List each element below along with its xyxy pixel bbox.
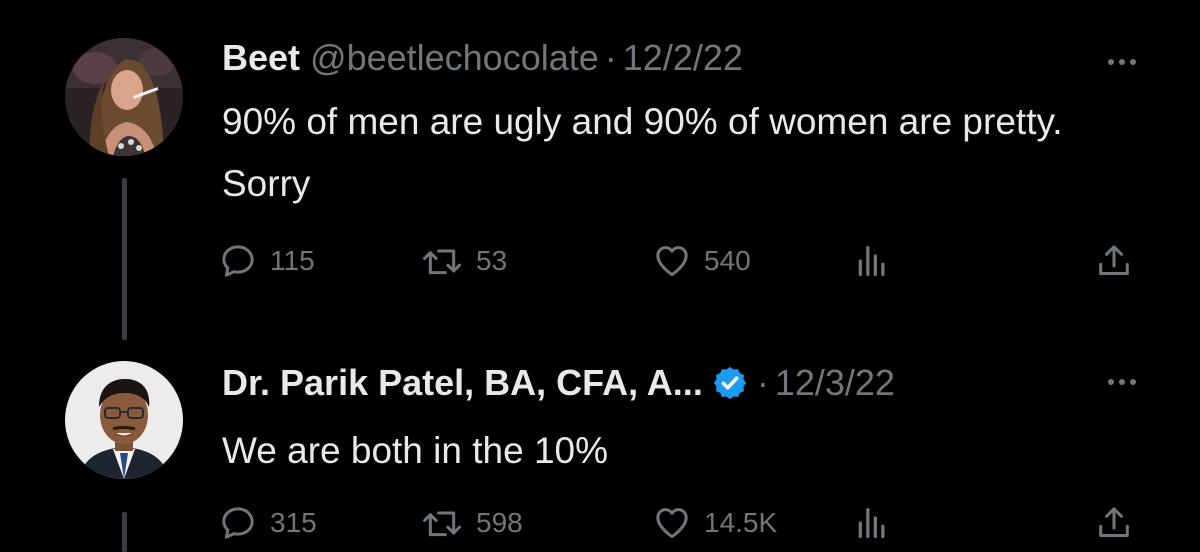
avatar[interactable] xyxy=(65,361,183,479)
bar-chart-icon xyxy=(858,246,885,276)
retweet-count: 598 xyxy=(476,507,523,538)
reply-button[interactable]: 115 xyxy=(218,239,315,283)
avatar-photo xyxy=(65,361,183,479)
speech-bubble-icon xyxy=(222,245,254,277)
ellipsis-icon[interactable] xyxy=(1108,377,1136,387)
share-upload-icon xyxy=(1099,507,1129,537)
tweet-header: Dr. Parik Patel, BA, CFA, A... · 12/3/22 xyxy=(222,361,1140,405)
like-count: 14.5K xyxy=(704,507,778,538)
tweet[interactable]: Beet @beetlechocolate · 12/2/22 90% of m… xyxy=(0,0,1200,340)
separator-dot: · xyxy=(604,37,617,78)
like-button[interactable]: 14.5K xyxy=(652,501,777,545)
share-button[interactable] xyxy=(1094,501,1134,545)
tweet-text: 90% of men are ugly and 90% of women are… xyxy=(222,101,1063,204)
display-name[interactable]: Beet xyxy=(222,36,300,80)
like-count: 540 xyxy=(704,245,751,276)
share-button[interactable] xyxy=(1094,239,1134,283)
user-handle[interactable]: @beetlechocolate xyxy=(310,36,599,80)
tweet-header: Beet @beetlechocolate · 12/2/22 xyxy=(222,36,1140,80)
retweet-count: 53 xyxy=(476,245,508,276)
reply-count: 115 xyxy=(270,245,315,276)
speech-bubble-icon xyxy=(222,507,254,539)
tweet-actions: 315 598 14.5K xyxy=(0,501,1200,545)
bar-chart-icon xyxy=(858,508,885,538)
avatar-photo xyxy=(65,38,183,156)
reply-button[interactable]: 315 xyxy=(218,501,317,545)
retweet-arrows-icon xyxy=(423,249,461,275)
tweet-date[interactable]: 12/2/22 xyxy=(623,36,743,80)
views-button[interactable] xyxy=(852,239,892,283)
heart-icon xyxy=(656,508,688,539)
retweet-arrows-icon xyxy=(423,511,461,537)
avatar[interactable] xyxy=(65,38,183,156)
tweet-actions: 115 53 540 xyxy=(0,239,1200,283)
like-button[interactable]: 540 xyxy=(652,239,751,283)
tweet-text: We are both in the 10% xyxy=(222,430,609,471)
retweet-button[interactable]: 598 xyxy=(420,501,523,545)
verified-badge-icon xyxy=(711,364,749,402)
retweet-button[interactable]: 53 xyxy=(420,239,507,283)
views-button[interactable] xyxy=(852,501,892,545)
tweet[interactable]: Dr. Parik Patel, BA, CFA, A... · 12/3/22… xyxy=(0,340,1200,552)
reply-count: 315 xyxy=(270,507,317,538)
tweet-date[interactable]: 12/3/22 xyxy=(775,361,895,405)
separator-dot: · xyxy=(756,362,769,403)
ellipsis-icon[interactable] xyxy=(1108,57,1136,67)
heart-icon xyxy=(656,246,688,277)
display-name[interactable]: Dr. Parik Patel, BA, CFA, A... xyxy=(222,361,703,405)
share-upload-icon xyxy=(1099,245,1129,275)
